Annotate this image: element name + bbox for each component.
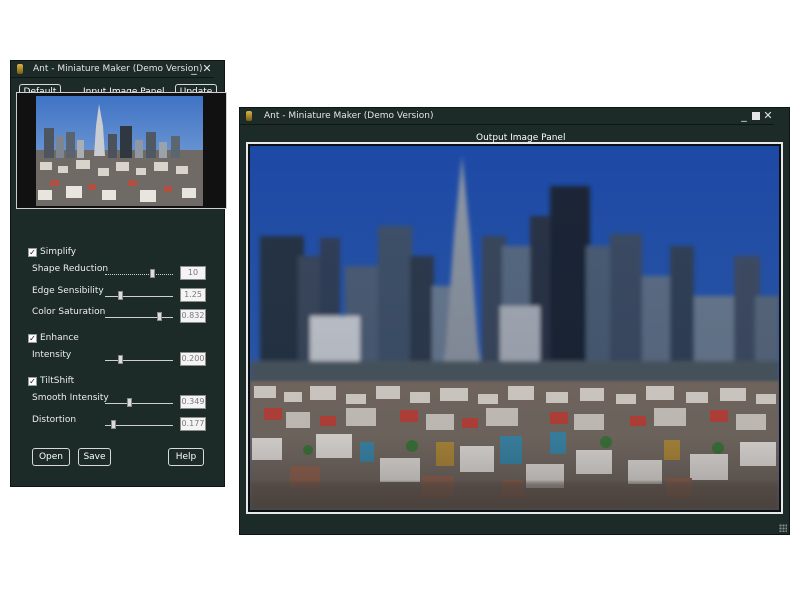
tiltshift-checkbox[interactable]: ✓ bbox=[28, 377, 37, 386]
smooth-intensity-label: Smooth Intensity bbox=[32, 393, 109, 403]
simplify-label: Simplify bbox=[40, 247, 77, 257]
output-window: Ant - Miniature Maker (Demo Version) _ ✕… bbox=[239, 107, 790, 535]
minimize-icon[interactable]: _ bbox=[738, 108, 750, 124]
enhance-label: Enhance bbox=[40, 333, 79, 343]
distortion-value[interactable]: 0.177 bbox=[180, 417, 206, 431]
enhance-checkbox[interactable]: ✓ bbox=[28, 334, 37, 343]
minimize-icon[interactable]: _ bbox=[188, 61, 200, 77]
edge-sensibility-label: Edge Sensibility bbox=[32, 286, 104, 296]
input-image bbox=[36, 96, 203, 206]
close-icon[interactable]: ✕ bbox=[201, 61, 213, 77]
color-saturation-thumb[interactable] bbox=[157, 312, 163, 321]
shape-reduction-track[interactable] bbox=[105, 274, 173, 275]
shape-reduction-value[interactable]: 10 bbox=[180, 266, 206, 280]
intensity-thumb[interactable] bbox=[117, 355, 123, 364]
tiltshift-label: TiltShift bbox=[40, 376, 75, 386]
app-icon bbox=[17, 64, 23, 74]
input-window: Ant - Miniature Maker (Demo Version) _ ✕… bbox=[10, 60, 227, 487]
output-image-frame bbox=[246, 142, 783, 514]
edge-sensibility-thumb[interactable] bbox=[117, 291, 123, 300]
app-icon bbox=[246, 111, 252, 121]
edge-sensibility-value[interactable]: 1.25 bbox=[180, 288, 206, 302]
intensity-value[interactable]: 0.200 bbox=[180, 352, 206, 366]
shape-reduction-thumb[interactable] bbox=[150, 269, 156, 278]
intensity-track[interactable] bbox=[105, 360, 173, 361]
intensity-label: Intensity bbox=[32, 350, 72, 360]
simplify-checkbox[interactable]: ✓ bbox=[28, 248, 37, 257]
close-icon[interactable]: ✕ bbox=[762, 108, 774, 124]
distortion-label: Distortion bbox=[32, 415, 77, 425]
color-saturation-value[interactable]: 0.832 bbox=[180, 309, 206, 323]
maximize-icon[interactable] bbox=[750, 108, 762, 124]
input-titlebar[interactable]: Ant - Miniature Maker (Demo Version) _ ✕ bbox=[11, 61, 214, 78]
open-button[interactable]: Open bbox=[32, 448, 70, 466]
window-title: Ant - Miniature Maker (Demo Version) bbox=[33, 64, 203, 74]
smooth-intensity-value[interactable]: 0.349 bbox=[180, 395, 206, 409]
color-saturation-label: Color Saturation bbox=[32, 307, 106, 317]
smooth-intensity-thumb[interactable] bbox=[127, 398, 133, 407]
window-title: Ant - Miniature Maker (Demo Version) bbox=[264, 111, 434, 121]
color-saturation-track[interactable] bbox=[105, 317, 173, 318]
input-image-frame bbox=[16, 92, 227, 209]
smooth-intensity-track[interactable] bbox=[105, 403, 173, 404]
shape-reduction-label: Shape Reduction bbox=[32, 264, 109, 274]
distortion-thumb[interactable] bbox=[111, 420, 117, 429]
output-titlebar[interactable]: Ant - Miniature Maker (Demo Version) _ ✕ bbox=[240, 108, 774, 125]
help-button[interactable]: Help bbox=[168, 448, 204, 466]
save-button[interactable]: Save bbox=[78, 448, 111, 466]
edge-sensibility-track[interactable] bbox=[105, 296, 173, 297]
resize-grip-icon[interactable] bbox=[779, 524, 787, 532]
output-image bbox=[250, 146, 779, 510]
